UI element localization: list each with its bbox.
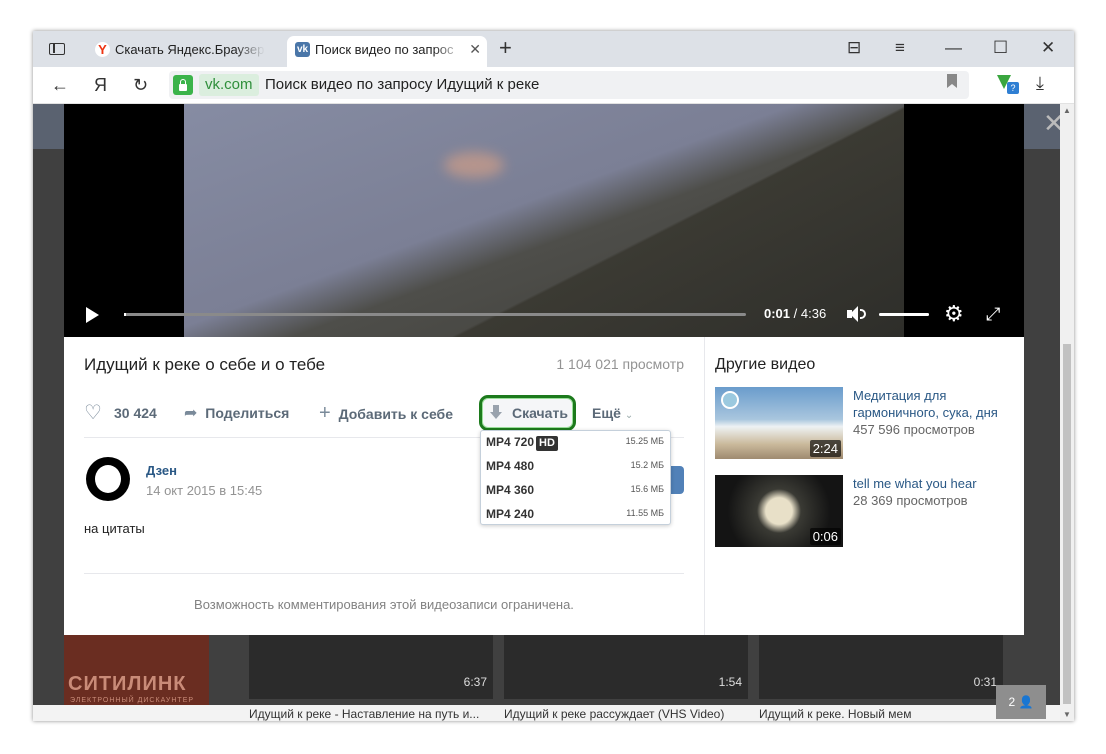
download-option-360[interactable]: MP4 360 15.6 МБ [481, 479, 670, 503]
new-tab-button[interactable]: + [499, 35, 512, 61]
author-name[interactable]: Дзен [146, 463, 177, 478]
related-video-title[interactable]: Идущий к реке - Наставление на путь и... [249, 707, 493, 721]
add-to-my-videos-button[interactable]: + Добавить к себе [319, 403, 453, 424]
savefrom-extension-icon[interactable]: ? [997, 75, 1019, 94]
channel-logo-icon [721, 391, 739, 409]
volume-icon[interactable] [847, 306, 866, 322]
related-video-tile[interactable]: 1:54 [504, 635, 748, 699]
related-video-title[interactable]: Идущий к реке рассуждает (VHS Video) [504, 707, 748, 721]
vk-favicon-icon: vk [295, 42, 310, 57]
settings-gear-icon[interactable]: ⚙ [944, 303, 964, 325]
download-quality-menu: MP4 720 HD 15.25 МБ MP4 480 15.2 МБ MP4 3… [480, 430, 671, 525]
url-text: Поиск видео по запросу Идущий к реке [265, 76, 540, 93]
share-arrow-icon: ➦ [184, 405, 198, 422]
tab-bar: Y Скачать Яндекс.Браузер д vk Поиск виде… [33, 31, 1074, 67]
scrollbar[interactable]: ▲ ▼ [1060, 104, 1074, 721]
maximize-icon[interactable]: ☐ [993, 37, 1008, 59]
plus-icon: + [319, 402, 331, 424]
page-viewport: ✕ 0:01 / 4:36 ⚙ ⤢ Идущий к реке о себе и… [33, 104, 1060, 721]
other-videos-title: Другие видео [715, 356, 816, 373]
like-count: 30 424 [114, 405, 157, 421]
close-window-icon[interactable]: ✕ [1041, 37, 1055, 59]
url-domain: vk.com [199, 74, 259, 96]
tab-title: Поиск видео по запрос [315, 42, 454, 57]
reload-icon[interactable]: ↻ [133, 73, 148, 97]
other-video-item[interactable]: 0:06 tell me what you hear 28 369 просмо… [715, 475, 1015, 547]
tab-title: Скачать Яндекс.Браузер д [115, 42, 265, 57]
other-video-item[interactable]: 2:24 Медитация для гармоничного, сука, д… [715, 387, 1015, 459]
hd-badge: HD [536, 436, 558, 451]
video-title: Идущий к реке о себе и о тебе [84, 355, 326, 374]
url-field[interactable]: vk.com Поиск видео по запросу Идущий к р… [169, 71, 969, 99]
related-videos-row: СИТИЛИНК ЭЛЕКТРОННЫЙ ДИСКАУНТЕР 6:37 1:5… [33, 635, 1060, 721]
action-bar: ♡ 30 424 ➦ Поделиться + Добавить к себе … [84, 403, 684, 427]
video-frame[interactable] [184, 104, 904, 337]
scroll-up-icon[interactable]: ▲ [1063, 106, 1071, 115]
divider [84, 573, 684, 574]
video-description: на цитаты [84, 521, 145, 536]
related-video-title[interactable]: Идущий к реке. Новый мем [759, 707, 1003, 721]
other-video-title[interactable]: Медитация для гармоничного, сука, дня [853, 387, 1003, 421]
author-avatar[interactable] [86, 457, 130, 501]
chevron-down-icon: ⌄ [624, 410, 634, 421]
fullscreen-icon[interactable]: ⤢ [986, 303, 1000, 325]
tab-yandex[interactable]: Y Скачать Яндекс.Браузер д [87, 36, 279, 67]
progress-bar[interactable] [124, 313, 746, 316]
back-arrow-icon[interactable]: ← [51, 73, 69, 97]
download-option-720[interactable]: MP4 720 HD 15.25 МБ [481, 431, 670, 455]
sidebar-toggle-icon[interactable] [43, 40, 71, 58]
downloads-icon[interactable]: ⤓ [1036, 71, 1044, 95]
close-tab-icon[interactable]: ✕ [469, 36, 481, 63]
heart-icon: ♡ [84, 402, 102, 424]
video-thumbnail[interactable]: 0:06 [715, 475, 843, 547]
menu-icon[interactable]: ≡ [895, 37, 905, 59]
lock-icon[interactable] [173, 75, 193, 95]
duration-badge: 0:06 [809, 528, 841, 545]
time-display: 0:01 / 4:36 [764, 306, 827, 321]
scroll-thumb[interactable] [1063, 344, 1071, 704]
download-option-480[interactable]: MP4 480 15.2 МБ [481, 455, 670, 479]
minimize-icon[interactable]: — [945, 37, 962, 59]
volume-slider[interactable] [879, 313, 929, 316]
tab-vk[interactable]: vk Поиск видео по запрос ✕ [287, 36, 487, 67]
yandex-logo-icon[interactable]: Я [94, 73, 107, 97]
address-bar: ← Я ↻ vk.com Поиск видео по запросу Идущ… [33, 67, 1074, 104]
share-button[interactable]: ➦ Поделиться [184, 403, 289, 424]
person-icon: 👤 [1018, 695, 1034, 709]
other-video-views: 28 369 просмотров [853, 493, 968, 508]
video-player[interactable]: 0:01 / 4:36 ⚙ ⤢ [64, 104, 1024, 337]
citilink-ad[interactable]: СИТИЛИНК ЭЛЕКТРОННЫЙ ДИСКАУНТЕР [64, 635, 209, 711]
bookmark-icon[interactable] [947, 74, 957, 88]
friends-online-button[interactable]: 2 👤 [996, 685, 1046, 719]
view-count: 1 104 021 просмотр [556, 356, 684, 372]
download-option-240[interactable]: MP4 240 11.55 МБ [481, 503, 670, 527]
download-button[interactable]: Скачать [479, 395, 576, 431]
bookmarks-panel-icon[interactable]: ⊟ [847, 37, 861, 59]
like-button[interactable]: ♡ 30 424 [84, 403, 157, 423]
download-arrow-icon [490, 405, 502, 421]
comments-disabled-note: Возможность комментирования этой видеоза… [194, 597, 574, 612]
other-video-views: 457 596 просмотров [853, 422, 975, 437]
related-video-tile[interactable]: 0:31 [759, 635, 1003, 699]
more-button[interactable]: Ещё ⌄ [592, 403, 633, 426]
post-date: 14 окт 2015 в 15:45 [146, 483, 263, 498]
column-divider [704, 337, 705, 635]
browser-window: Y Скачать Яндекс.Браузер д vk Поиск виде… [33, 31, 1074, 721]
video-thumbnail[interactable]: 2:24 [715, 387, 843, 459]
subscribe-button[interactable] [669, 466, 684, 494]
duration-badge: 2:24 [809, 440, 841, 457]
close-video-icon[interactable]: ✕ [1043, 108, 1060, 139]
yandex-favicon-icon: Y [95, 42, 110, 57]
other-video-title[interactable]: tell me what you hear [853, 475, 1003, 492]
scroll-down-icon[interactable]: ▼ [1063, 710, 1071, 719]
related-video-tile[interactable]: 6:37 [249, 635, 493, 699]
play-icon[interactable] [86, 307, 99, 323]
